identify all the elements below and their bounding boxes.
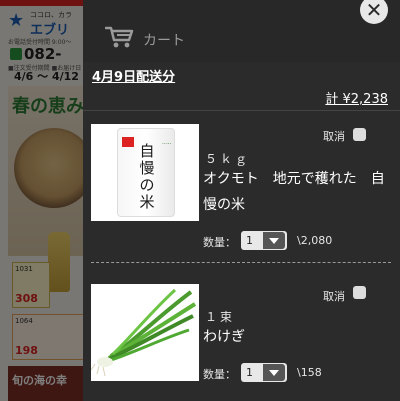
shopping-cart-icon (105, 26, 134, 48)
rice-bag-label: 自慢の米 (139, 142, 155, 211)
cancel-label: 取消 (323, 290, 345, 303)
chevron-down-icon (263, 364, 285, 381)
quantity-value: 1 (246, 366, 253, 379)
quantity-value: 1 (246, 234, 253, 247)
product-image-green-onion[interactable] (91, 284, 199, 381)
cart-header: カート (83, 0, 400, 62)
rice-bag-sticker (122, 137, 134, 147)
product-image-rice[interactable]: 自慢の米 ..... (91, 124, 199, 221)
item-name: わけぎ (203, 329, 245, 345)
quantity-select[interactable]: 1 (241, 231, 287, 250)
quantity-select[interactable]: 1 (241, 363, 287, 382)
item-price: \158 (297, 366, 322, 379)
cancel-label: 取消 (323, 130, 345, 143)
quantity-label: 数量： (203, 368, 236, 381)
item-divider (91, 262, 391, 263)
item-spec: １束 (205, 310, 236, 324)
quantity-label: 数量： (203, 236, 236, 249)
delivery-date-link[interactable]: 4月9日配送分 (92, 66, 175, 85)
chevron-down-icon (263, 232, 285, 249)
item-spec: ５ｋｇ (205, 152, 251, 166)
cart-panel: カート ✕ 4月9日配送分 計 ¥2,238 自慢の米 ..... 取消 ５ｋｇ… (83, 0, 400, 401)
green-onion-image (91, 284, 199, 381)
item-name: オクモト 地元で穫れた 自慢の米 (203, 171, 385, 213)
rice-bag-image: 自慢の米 ..... (117, 128, 175, 217)
header-divider (83, 110, 400, 111)
cancel-checkbox[interactable] (353, 286, 366, 299)
cart-title: カート (143, 33, 185, 49)
cart-total: 計 ¥2,238 (325, 92, 388, 107)
item-price: \2,080 (297, 234, 333, 247)
cancel-checkbox[interactable] (353, 128, 366, 141)
rice-bag-side-text: ..... (162, 139, 172, 146)
